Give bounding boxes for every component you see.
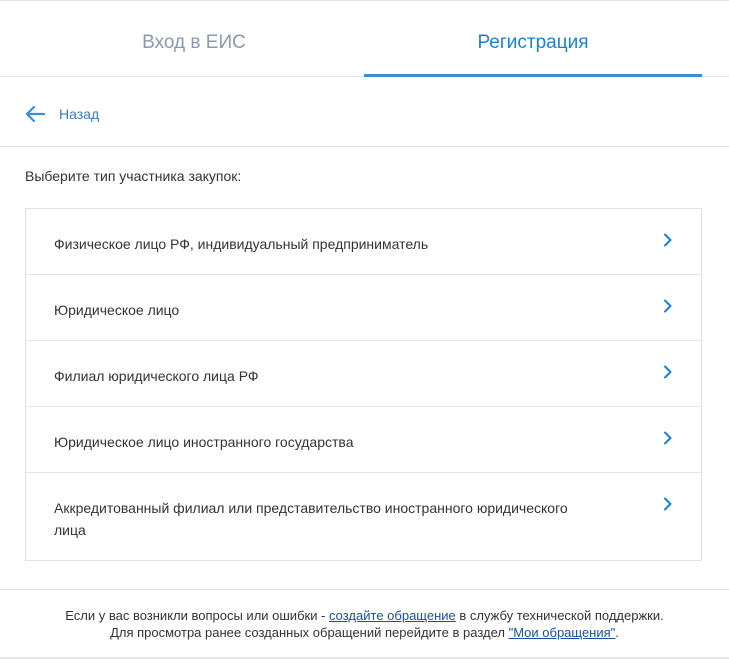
footer-text: в службу технической поддержки.	[455, 608, 664, 623]
support-footer: Если у вас возникли вопросы или ошибки -…	[0, 607, 729, 641]
chevron-right-icon	[664, 497, 672, 511]
chevron-right-icon	[664, 431, 672, 445]
tab-registration[interactable]: Регистрация	[364, 1, 702, 77]
back-row: Назад	[0, 77, 729, 147]
chevron-right-icon	[664, 299, 672, 313]
my-requests-link[interactable]: "Мои обращения"	[509, 625, 616, 640]
chevron-right-icon	[664, 365, 672, 379]
support-footer-line-2: Для просмотра ранее созданных обращений …	[0, 624, 729, 641]
chevron-right-icon	[664, 233, 672, 247]
list-item-label: Филиал юридического лица РФ	[54, 368, 259, 384]
list-item-label: Юридическое лицо иностранного государств…	[54, 434, 354, 450]
list-item-accredited-foreign-branch[interactable]: Аккредитованный филиал или представитель…	[26, 473, 701, 560]
support-footer-line-1: Если у вас возникли вопросы или ошибки -…	[0, 607, 729, 624]
list-item-label: Юридическое лицо	[54, 302, 180, 318]
back-link[interactable]: Назад	[25, 104, 99, 124]
participant-type-list: Физическое лицо РФ, индивидуальный предп…	[25, 208, 702, 561]
list-item-legal-entity-branch[interactable]: Филиал юридического лица РФ	[26, 341, 701, 407]
create-request-link[interactable]: создайте обращение	[329, 608, 456, 623]
footer-text: Если у вас возникли вопросы или ошибки -	[65, 608, 330, 623]
footer-text: Для просмотра ранее созданных обращений …	[110, 625, 509, 640]
list-item-legal-entity[interactable]: Юридическое лицо	[26, 275, 701, 341]
list-item-label: Физическое лицо РФ, индивидуальный предп…	[54, 236, 429, 252]
auth-tabs: Вход в ЕИС Регистрация	[0, 1, 729, 77]
footer-divider	[0, 589, 729, 590]
registration-panel: Вход в ЕИС Регистрация Назад Выберите ти…	[0, 0, 729, 659]
participant-type-prompt: Выберите тип участника закупок:	[25, 168, 242, 184]
list-item-foreign-legal-entity[interactable]: Юридическое лицо иностранного государств…	[26, 407, 701, 473]
arrow-left-icon	[25, 106, 45, 122]
list-item-label: Аккредитованный филиал или представитель…	[54, 500, 568, 538]
back-label: Назад	[59, 106, 100, 122]
tab-login[interactable]: Вход в ЕИС	[24, 1, 364, 77]
list-item-individual[interactable]: Физическое лицо РФ, индивидуальный предп…	[26, 209, 701, 275]
footer-text: .	[615, 625, 619, 640]
